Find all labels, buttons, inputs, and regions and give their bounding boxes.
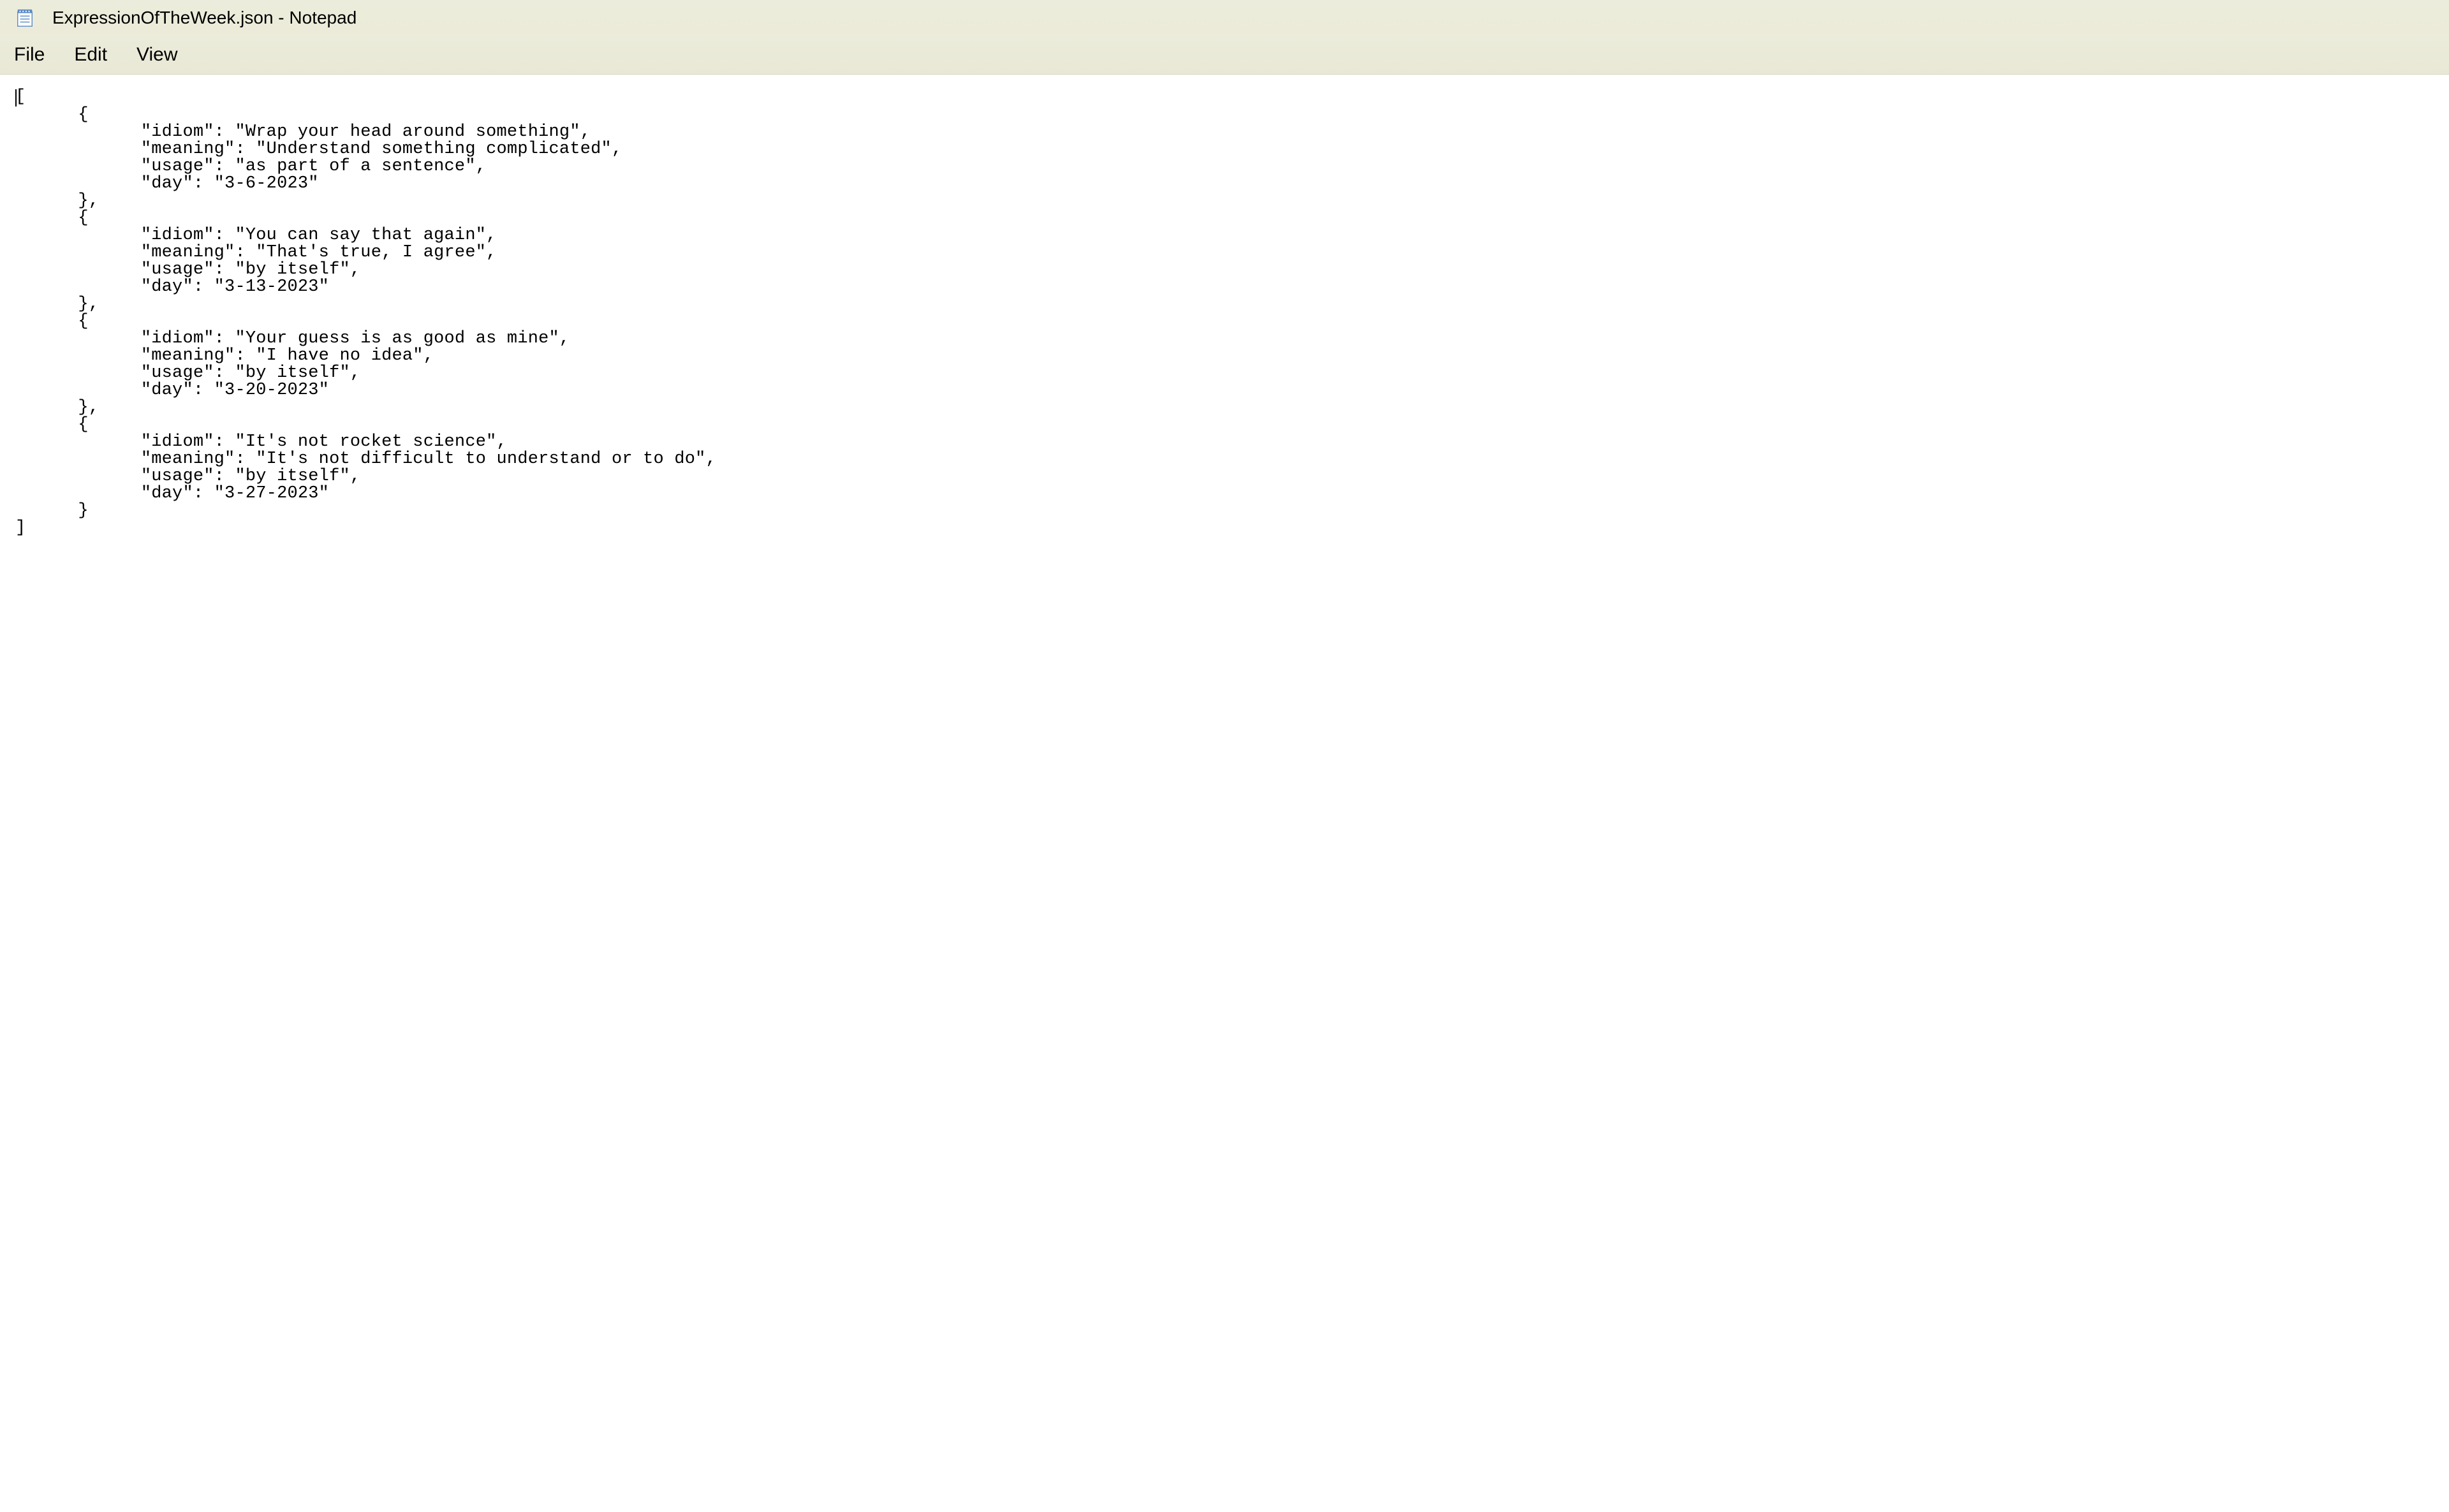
text-editor[interactable]: [ { "idiom": "Wrap your head around some… — [0, 75, 2449, 1512]
window-title: ExpressionOfTheWeek.json - Notepad — [52, 8, 357, 28]
menu-view[interactable]: View — [134, 40, 180, 70]
notepad-app-icon — [15, 8, 34, 27]
menubar: File Edit View — [0, 35, 2449, 75]
menu-file[interactable]: File — [11, 40, 47, 70]
menu-edit[interactable]: Edit — [71, 40, 110, 70]
editor-content: [ { "idiom": "Wrap your head around some… — [15, 87, 716, 538]
titlebar: ExpressionOfTheWeek.json - Notepad — [0, 0, 2449, 35]
